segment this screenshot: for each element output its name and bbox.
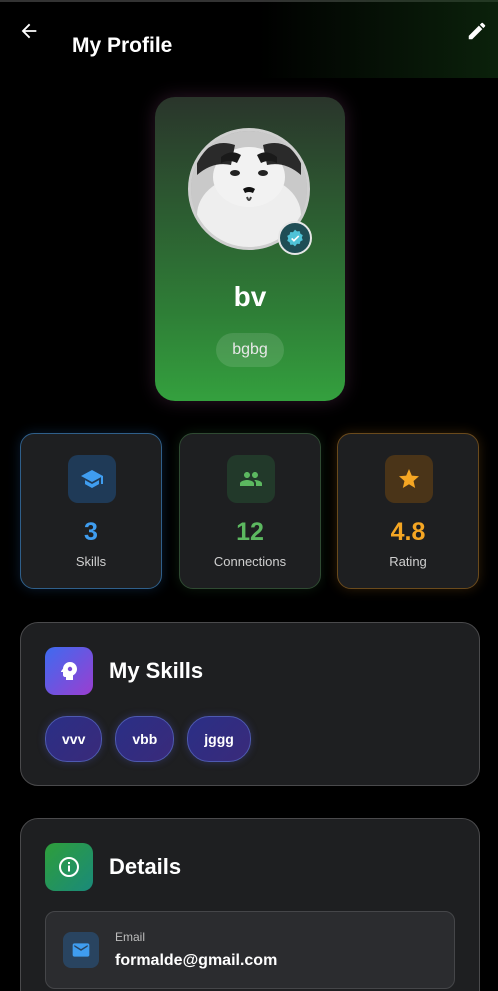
stat-label: Skills xyxy=(75,554,107,569)
info-icon xyxy=(59,857,79,877)
field-icon-box xyxy=(63,932,99,968)
stat-card-connections[interactable]: 12 Connections xyxy=(179,433,321,589)
star-icon xyxy=(399,469,419,488)
skill-chip[interactable]: vvv xyxy=(45,716,103,762)
back-button[interactable] xyxy=(14,16,44,46)
stat-value: 12 xyxy=(236,518,264,546)
stat-icon-box xyxy=(68,455,116,503)
email-value: formalde@gmail.com xyxy=(115,952,278,969)
page-title: My Profile xyxy=(72,34,173,57)
skill-chip[interactable]: jggg xyxy=(187,716,251,762)
profile-card: bv bgbg xyxy=(155,97,345,401)
skill-chip[interactable]: vbb xyxy=(115,716,175,762)
stat-card-rating[interactable]: 4.8 Rating xyxy=(337,433,479,589)
section-icon-box xyxy=(45,843,93,891)
profile-name: bv xyxy=(233,281,267,312)
stat-value: 3 xyxy=(84,518,98,546)
stat-label: Rating xyxy=(389,554,427,569)
brain-gear-icon xyxy=(60,662,77,680)
section-title: My Skills xyxy=(109,658,204,683)
stat-card-skills[interactable]: 3 Skills xyxy=(20,433,162,589)
details-section: Details Email formalde@gmail.com xyxy=(20,818,480,991)
section-title: Details xyxy=(109,854,182,879)
profile-tag: bgbg xyxy=(216,333,284,367)
stat-icon-box xyxy=(385,455,433,503)
people-icon xyxy=(240,472,262,486)
skills-section: My Skills vvv vbb jggg xyxy=(20,622,480,786)
edit-profile-button[interactable] xyxy=(462,16,492,46)
graduation-cap-icon xyxy=(81,470,103,488)
pencil-icon xyxy=(468,22,486,40)
email-field[interactable]: Email formalde@gmail.com xyxy=(45,911,455,989)
email-label: Email xyxy=(115,930,146,944)
stat-value: 4.8 xyxy=(390,518,426,546)
skill-chip-list: vvv vbb jggg xyxy=(45,716,251,762)
app-root: My Profile bv bgbg 3 Skills 12 Connectio… xyxy=(0,0,498,991)
mail-icon xyxy=(72,943,90,957)
verified-badge-icon xyxy=(287,229,303,247)
stat-icon-box xyxy=(227,455,275,503)
section-icon-box xyxy=(45,647,93,695)
arrow-back-icon xyxy=(21,23,37,39)
stat-label: Connections xyxy=(213,554,287,569)
verified-badge xyxy=(278,221,312,255)
